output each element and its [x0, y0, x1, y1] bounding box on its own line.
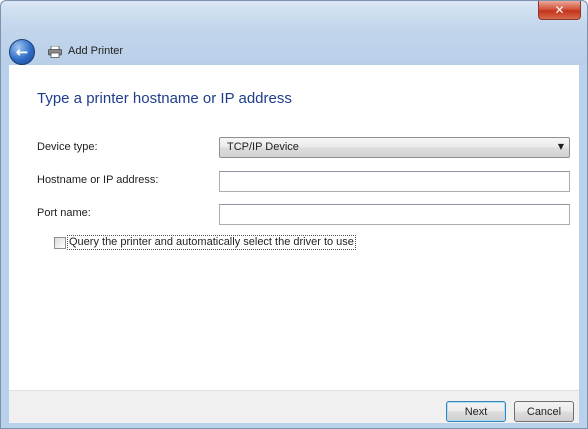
port-name-label: Port name: [37, 207, 91, 219]
query-printer-label[interactable]: Query the printer and automatically sele… [67, 235, 356, 250]
hostname-input[interactable] [219, 171, 570, 192]
back-arrow-icon: ← [15, 43, 29, 61]
device-type-value: TCP/IP Device [227, 141, 299, 153]
printer-icon [48, 46, 62, 58]
device-type-label: Device type: [37, 141, 98, 153]
page-heading: Type a printer hostname or IP address [37, 90, 292, 107]
query-printer-checkbox[interactable] [54, 236, 66, 249]
hostname-label: Hostname or IP address: [37, 174, 159, 186]
close-icon: ✕ [554, 3, 565, 17]
cancel-button[interactable]: Cancel [514, 401, 574, 422]
next-button[interactable]: Next [446, 401, 506, 422]
title-bar: ✕ ← Add Printer [1, 1, 587, 65]
device-type-select[interactable]: TCP/IP Device ▼ [219, 137, 570, 158]
back-button[interactable]: ← [9, 39, 35, 65]
add-printer-window: ✕ ← Add Printer Type a printer hostname … [0, 0, 588, 429]
dialog-footer: Next Cancel [9, 390, 579, 423]
port-name-input[interactable] [219, 204, 570, 225]
window-title: Add Printer [68, 45, 124, 57]
content-area: Type a printer hostname or IP address De… [9, 65, 579, 390]
query-printer-option[interactable]: Query the printer and automatically sele… [54, 235, 356, 250]
chevron-down-icon: ▼ [557, 142, 564, 151]
close-button[interactable]: ✕ [538, 1, 581, 20]
